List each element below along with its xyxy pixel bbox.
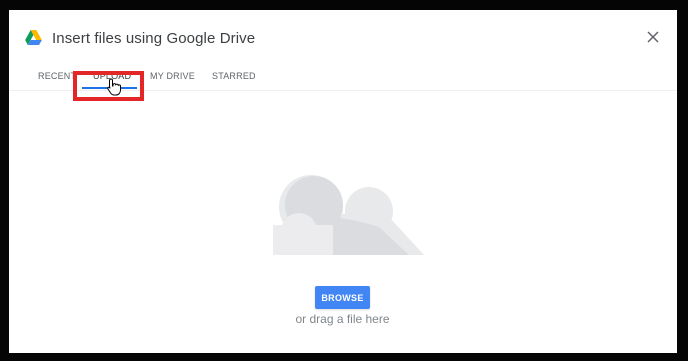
hand-cursor-icon — [107, 78, 121, 96]
close-icon[interactable] — [645, 29, 661, 45]
dialog-header: Insert files using Google Drive — [9, 10, 677, 62]
tab-my-drive[interactable]: MY DRIVE — [150, 71, 195, 81]
screenshot-frame: Insert files using Google Drive RECENT U… — [0, 0, 688, 361]
cloud-icon — [273, 175, 424, 255]
dialog-title: Insert files using Google Drive — [52, 30, 256, 47]
drag-hint-text: or drag a file here — [295, 312, 390, 326]
tab-recent[interactable]: RECENT — [38, 71, 76, 81]
browse-button[interactable]: BROWSE — [315, 286, 370, 309]
tab-starred[interactable]: STARRED — [212, 71, 256, 81]
google-drive-icon — [25, 30, 42, 45]
insert-files-dialog: Insert files using Google Drive RECENT U… — [9, 10, 677, 353]
